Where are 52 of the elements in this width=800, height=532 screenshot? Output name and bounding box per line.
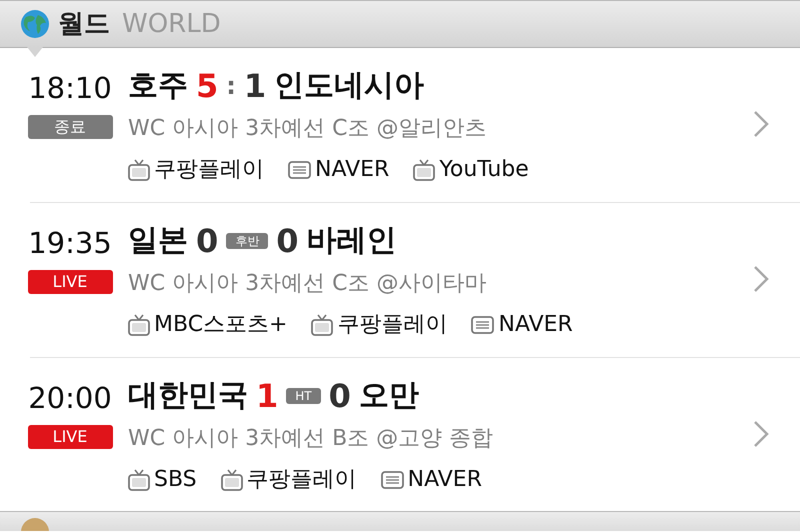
team-score: 1 <box>256 380 278 412</box>
tv-icon <box>311 314 334 336</box>
broadcaster-name: NAVER <box>408 466 482 494</box>
team-name: 인도네시아 <box>274 71 424 101</box>
document-icon <box>471 314 494 336</box>
live-badge: LIVE <box>28 425 112 449</box>
team-name: 일본 <box>128 226 188 256</box>
team-name: 바레인 <box>306 226 397 256</box>
score-separator: : <box>226 74 236 98</box>
match-row[interactable]: 20:00 LIVE 대한민국 1 HT 0 오만 WC 아시아 3차예선 B조 @고양 종합 SBS 쿠팡플레이 NAVER <box>30 358 800 511</box>
team-name: 오만 <box>358 381 419 411</box>
chevron-icon <box>752 109 770 139</box>
match-info: WC 아시아 3차예선 B조 @고양 종합 <box>128 425 494 453</box>
tv-icon <box>128 468 150 490</box>
chevron-icon <box>752 418 770 448</box>
team-score: 0 <box>276 225 299 257</box>
team-name: 대한민국 <box>128 381 248 411</box>
globe-icon <box>20 9 50 39</box>
broadcaster-name: YouTube <box>439 156 529 184</box>
live-badge: LIVE <box>28 270 112 294</box>
team-score: 5 <box>196 70 218 102</box>
match-info: WC 아시아 3차예선 C조 @알리안츠 <box>128 115 488 143</box>
tv-icon <box>220 468 243 490</box>
match-time: 18:10 <box>28 74 112 103</box>
broadcaster-name: NAVER <box>315 156 390 184</box>
match-row[interactable]: 19:35 LIVE 일본 0 후반 0 바레인 WC 아시아 3차예선 C조 @사이타마 MBC스포츠+ 쿠팡플레이 NAVER <box>30 203 800 358</box>
team-score: 0 <box>328 380 351 412</box>
match-info: WC 아시아 3차예선 C조 @사이타마 <box>128 270 488 298</box>
match-time: 20:00 <box>28 384 112 413</box>
period-badge: HT <box>286 388 321 404</box>
team-score: 0 <box>196 225 218 257</box>
broadcaster-name: 쿠팡플레이 <box>337 311 448 339</box>
header-pointer <box>27 47 43 57</box>
document-icon <box>288 158 311 180</box>
match-row[interactable]: 18:10 종료 호주 5 : 1 인도네시아 WC 아시아 3차예선 C조 @알리안츠 쿠팡플레이 NAVER YouTube <box>30 48 800 203</box>
chevron-icon <box>752 264 770 294</box>
section-title: 월드 <box>58 8 110 40</box>
broadcaster-name: 쿠팡플레이 <box>154 156 264 184</box>
period-badge: 후반 <box>226 233 268 249</box>
tv-icon <box>128 314 150 336</box>
tv-icon <box>413 158 436 180</box>
broadcaster-name: NAVER <box>498 311 573 339</box>
status-badge: 종료 <box>28 115 112 139</box>
section-subtitle: WORLD <box>122 8 221 40</box>
tv-icon <box>128 158 150 180</box>
team-score: 1 <box>244 70 266 102</box>
match-time: 19:35 <box>28 229 112 258</box>
broadcaster-name: MBC스포츠+ <box>154 311 288 339</box>
document-icon <box>380 468 404 490</box>
team-name: 호주 <box>128 71 188 101</box>
broadcaster-name: SBS <box>154 466 197 494</box>
broadcaster-name: 쿠팡플레이 <box>246 466 357 494</box>
